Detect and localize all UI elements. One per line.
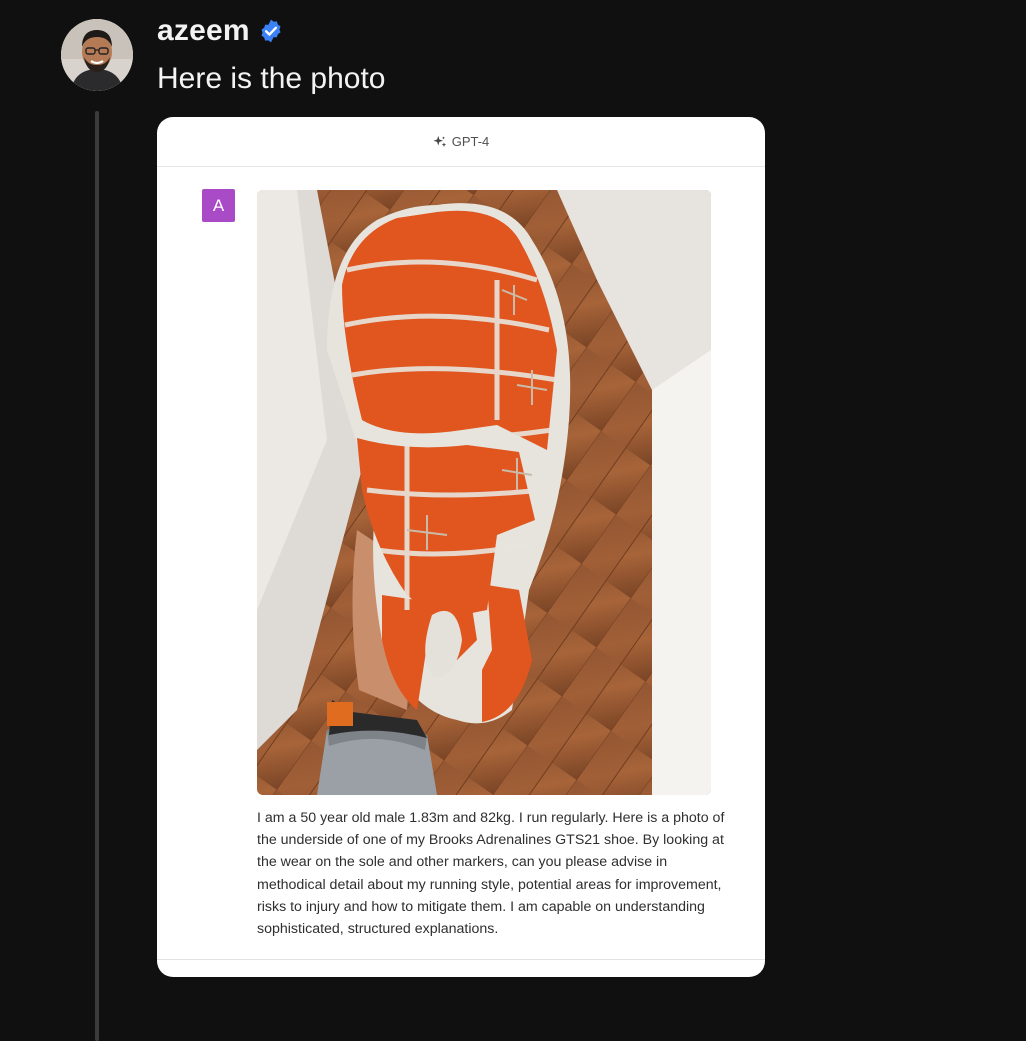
avatar-image <box>61 19 133 91</box>
shoe-sole-photo <box>257 190 711 795</box>
prompt-text: I am a 50 year old male 1.83m and 82kg. … <box>257 810 725 938</box>
post-header: azeem <box>157 14 284 48</box>
verified-badge-icon <box>261 19 281 43</box>
shoe-sole-image <box>257 190 711 795</box>
card-divider <box>157 959 765 960</box>
model-label: GPT-4 <box>451 134 490 149</box>
author-avatar[interactable] <box>61 19 133 91</box>
user-avatar-badge: A <box>202 189 235 222</box>
post-text: Here is the photo <box>157 62 386 95</box>
thread-line <box>95 111 99 1041</box>
author-name[interactable]: azeem <box>157 14 250 48</box>
model-header: GPT-4 <box>157 117 765 167</box>
sparkle-icon <box>433 135 446 147</box>
thread-post: azeem Here is the photo GPT-4 A I am a 5… <box>0 0 1026 1041</box>
attached-screenshot[interactable]: GPT-4 A I am a 50 year old male 1.83m an… <box>157 117 765 977</box>
